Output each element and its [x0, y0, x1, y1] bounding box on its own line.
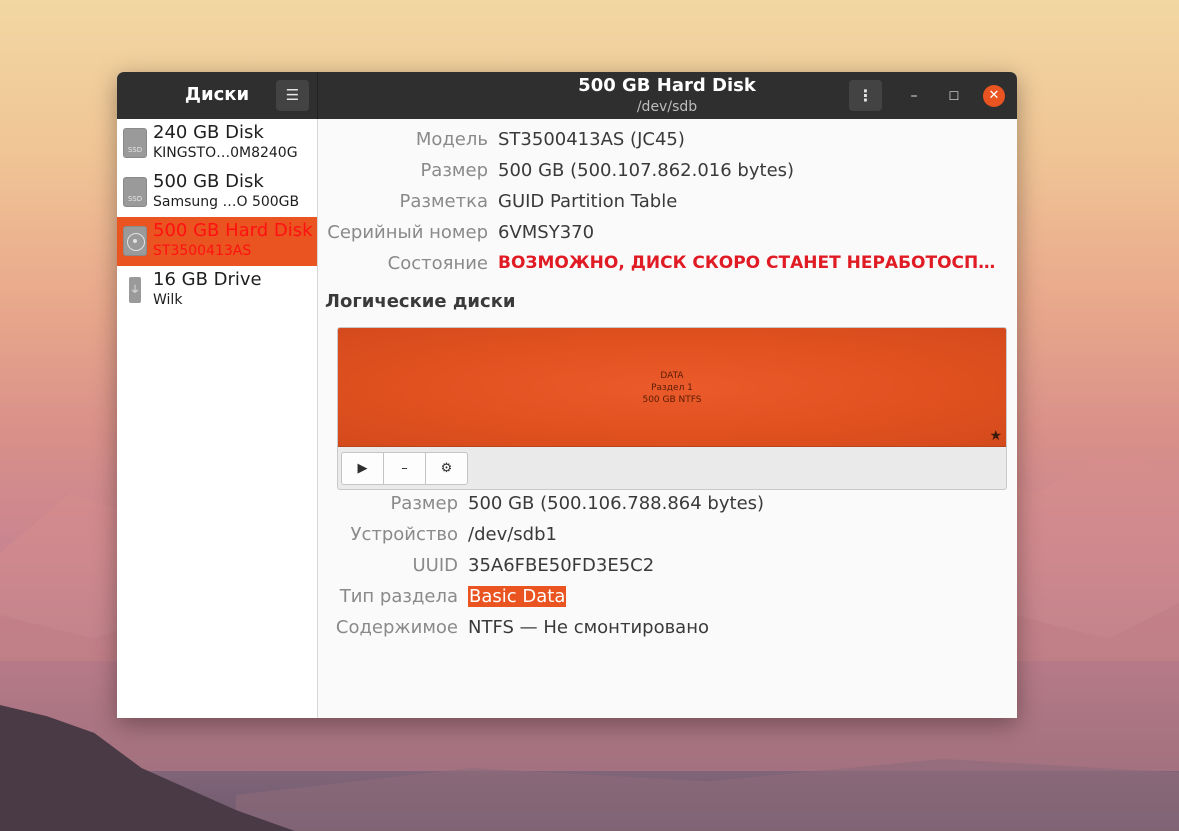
star-icon: ★ [989, 428, 1002, 444]
drive-item-500gb-ssd[interactable]: SSD 500 GB Disk Samsung …O 500GB [117, 168, 317, 217]
partition-label: DATA Раздел 1 500 GB NTFS [338, 370, 1006, 406]
drive-model: Samsung …O 500GB [153, 194, 300, 210]
status-label: Состояние [387, 253, 488, 274]
title-bar: Диски ☰ 500 GB Hard Disk /dev/sdb ⋮ – ☐ … [117, 72, 1017, 119]
partitioning-label: Разметка [399, 191, 489, 212]
uuid-value: 35A6FBE50FD3E5C2 [468, 555, 655, 576]
drive-list: SSD 240 GB Disk KINGSTO…0M8240G SSD 500 … [117, 119, 318, 718]
hard-disk-icon [123, 226, 147, 256]
contents-row: Содержимое NTFS — Не смонтировано [318, 617, 1017, 641]
partition-block[interactable]: DATA Раздел 1 500 GB NTFS ★ [338, 328, 1006, 447]
disk-title: 500 GB Hard Disk [578, 75, 756, 96]
contents-value: NTFS — Не смонтировано [468, 617, 709, 638]
close-button[interactable]: ✕ [983, 85, 1005, 107]
size-label: Размер [420, 160, 488, 181]
volume-toolbar: ▶ – ⚙ [341, 452, 468, 485]
window-title: 500 GB Hard Disk /dev/sdb [447, 74, 887, 116]
delete-partition-button[interactable]: – [383, 452, 426, 485]
partition-type-label: Тип раздела [339, 586, 458, 607]
close-icon: ✕ [988, 88, 1000, 103]
status-row: Состояние ВОЗМОЖНО, ДИСК СКОРО СТАНЕТ НЕ… [318, 253, 1017, 277]
device-label: Устройство [350, 524, 459, 545]
drive-name: 16 GB Drive [153, 269, 262, 290]
uuid-row: UUID 35A6FBE50FD3E5C2 [318, 555, 1017, 579]
drive-item-16gb-usb[interactable]: ⏚ 16 GB Drive Wilk [117, 266, 317, 315]
partition-type-value: Basic Data [468, 586, 567, 607]
usb-drive-icon: ⏚ [123, 275, 147, 305]
partition-size-value: 500 GB (500.106.788.864 bytes) [468, 493, 765, 514]
disk-details-pane: Модель ST3500413AS (JC45) Размер 500 GB … [318, 119, 1017, 718]
partition-size-label: Размер [390, 493, 458, 514]
serial-row: Серийный номер 6VMSY370 [318, 222, 1017, 246]
serial-value: 6VMSY370 [498, 222, 595, 243]
partitioning-row: Разметка GUID Partition Table [318, 191, 1017, 215]
serial-label: Серийный номер [327, 222, 488, 243]
maximize-icon: ☐ [948, 89, 960, 103]
drive-name: 500 GB Disk [153, 171, 264, 192]
minimize-button[interactable]: – [903, 85, 925, 107]
minus-icon: – [401, 461, 408, 476]
drive-model: Wilk [153, 292, 183, 308]
app-title-text: Диски [184, 84, 250, 105]
contents-label: Содержимое [335, 617, 458, 638]
model-row: Модель ST3500413AS (JC45) [318, 129, 1017, 153]
uuid-label: UUID [412, 555, 458, 576]
vertical-dots-icon: ⋮ [857, 86, 874, 105]
hamburger-menu-icon: ☰ [285, 86, 300, 104]
ssd-icon: SSD [123, 128, 147, 158]
status-value: ВОЗМОЖНО, ДИСК СКОРО СТАНЕТ НЕРАБОТОСП… [498, 253, 996, 273]
app-menu-button[interactable]: ☰ [276, 80, 309, 111]
drive-model: KINGSTO…0M8240G [153, 145, 298, 161]
minimize-icon: – [910, 88, 918, 104]
volume-map: DATA Раздел 1 500 GB NTFS ★ ▶ – ⚙ [337, 327, 1007, 490]
drive-model: ST3500413AS [153, 243, 252, 259]
gears-icon: ⚙ [440, 461, 453, 476]
model-value: ST3500413AS (JC45) [498, 129, 685, 150]
disks-window: Диски ☰ 500 GB Hard Disk /dev/sdb ⋮ – ☐ … [117, 72, 1017, 718]
partition-name: DATA [660, 371, 684, 381]
drive-name: 500 GB Hard Disk [153, 220, 313, 241]
partition-size-fs: 500 GB NTFS [642, 395, 702, 405]
sidebar-header: Диски ☰ [117, 72, 318, 119]
device-row: Устройство /dev/sdb1 [318, 524, 1017, 548]
mount-button[interactable]: ▶ [341, 452, 384, 485]
play-icon: ▶ [357, 461, 368, 476]
size-row: Размер 500 GB (500.107.862.016 bytes) [318, 160, 1017, 184]
drive-name: 240 GB Disk [153, 122, 264, 143]
partition-size-row: Размер 500 GB (500.106.788.864 bytes) [318, 493, 1017, 517]
disk-menu-button[interactable]: ⋮ [849, 80, 882, 111]
disk-device-path: /dev/sdb [636, 99, 698, 115]
partition-type-row: Тип раздела Basic Data [318, 586, 1017, 610]
partition-number: Раздел 1 [651, 383, 693, 393]
device-value: /dev/sdb1 [468, 524, 557, 545]
partitioning-value: GUID Partition Table [498, 191, 678, 212]
size-value: 500 GB (500.107.862.016 bytes) [498, 160, 795, 181]
ssd-icon-label: SSD [127, 195, 143, 203]
volumes-heading: Логические диски [325, 291, 516, 312]
ssd-icon-label: SSD [127, 146, 143, 154]
maximize-button[interactable]: ☐ [943, 85, 965, 107]
drive-item-240gb[interactable]: SSD 240 GB Disk KINGSTO…0M8240G [117, 119, 317, 168]
model-label: Модель [415, 129, 488, 150]
drive-item-500gb-hdd[interactable]: 500 GB Hard Disk ST3500413AS [117, 217, 317, 266]
ssd-icon: SSD [123, 177, 147, 207]
partition-options-button[interactable]: ⚙ [425, 452, 468, 485]
